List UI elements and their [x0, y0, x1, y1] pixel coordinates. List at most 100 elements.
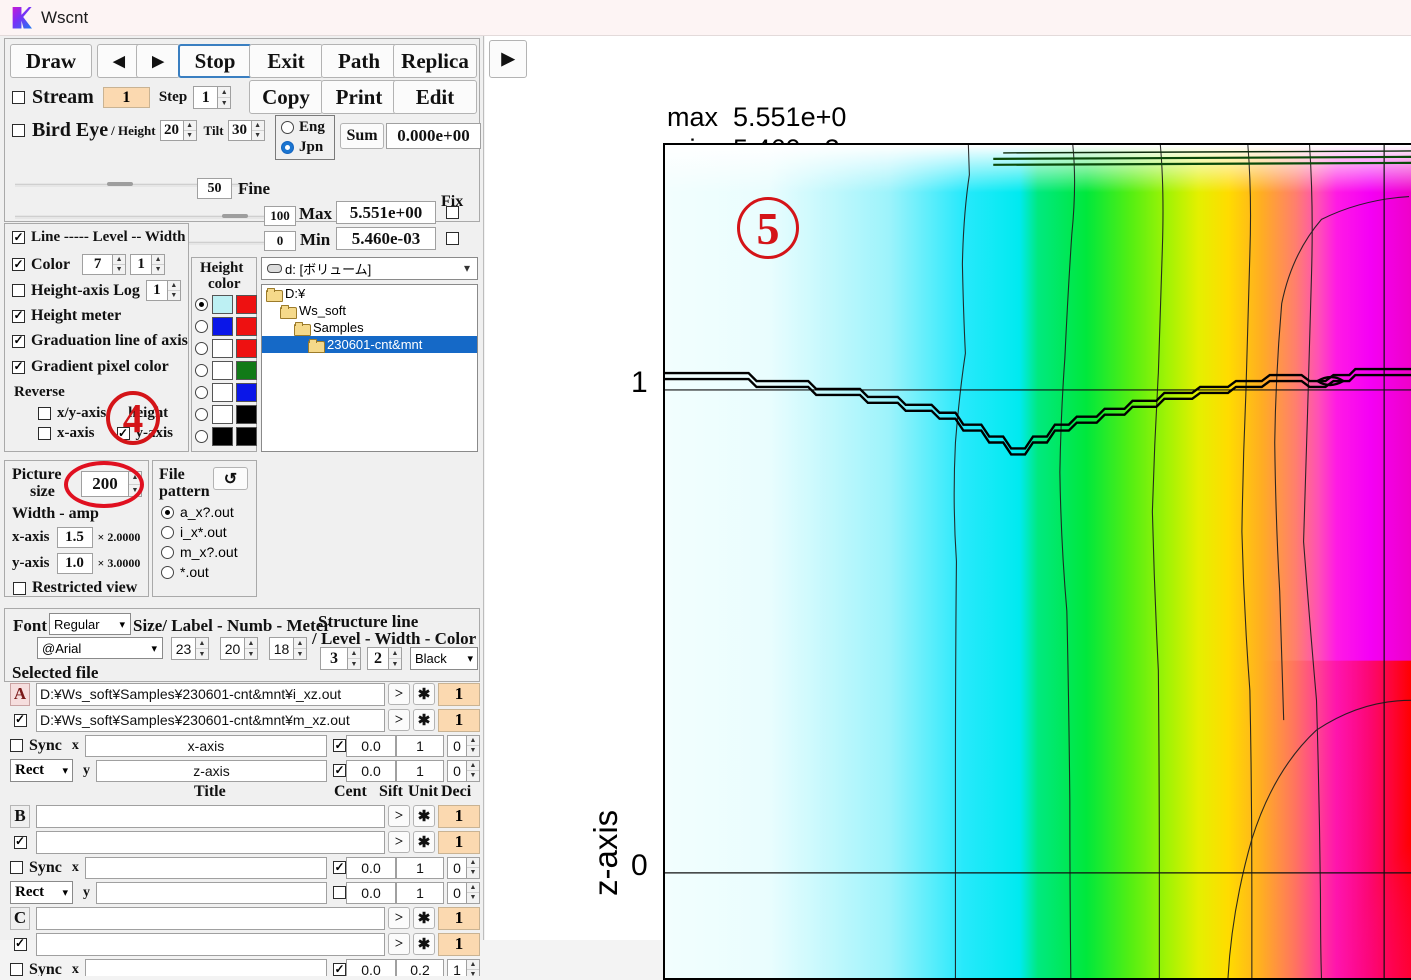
sift-input[interactable]: 0.0 — [346, 734, 396, 757]
cent-checkbox[interactable] — [333, 764, 346, 777]
height-spinner[interactable]: ▲ ▼ — [183, 120, 197, 141]
height-color-swatch-left[interactable] — [212, 405, 233, 424]
deci-value[interactable]: 1 — [438, 830, 480, 854]
height-color-swatch-right[interactable] — [236, 427, 257, 446]
height-color-radio[interactable] — [195, 408, 208, 421]
path-button[interactable]: Path — [321, 44, 397, 78]
sync-checkbox[interactable] — [10, 861, 23, 874]
height-color-row[interactable] — [195, 405, 257, 424]
height-color-radio[interactable] — [195, 430, 208, 443]
deci-input[interactable]: 0 — [447, 881, 467, 904]
browse-button[interactable]: > — [388, 683, 410, 705]
lang-jpn-radio[interactable] — [281, 141, 294, 154]
deci-input[interactable]: 0 — [447, 734, 467, 757]
shape-select[interactable]: Rect ▾ — [10, 759, 73, 782]
chevron-down-icon[interactable]: ▾ — [464, 261, 470, 276]
label-size-spinner[interactable]: ▲ ▼ — [196, 637, 209, 660]
deci-spinner[interactable]: ▲ ▼ — [467, 881, 480, 904]
drive-selector[interactable]: d: [ボリューム] ▾ — [261, 257, 478, 280]
height-color-radio[interactable] — [195, 364, 208, 377]
picture-x-axis-input[interactable]: 1.5 — [56, 527, 93, 548]
height-color-row[interactable] — [195, 339, 257, 358]
deci-spinner[interactable]: ▲ ▼ — [467, 734, 480, 757]
contour-plot[interactable]: 5 — [663, 143, 1411, 980]
tree-item[interactable]: Ws_soft — [262, 302, 477, 319]
meter-size-input[interactable]: 18 — [269, 637, 294, 660]
refresh-icon[interactable]: ↺ — [213, 467, 248, 490]
next-button[interactable]: ▶ — [136, 44, 180, 78]
height-color-row[interactable] — [195, 317, 257, 336]
print-button[interactable]: Print — [321, 80, 397, 114]
height-color-swatch-right[interactable] — [236, 361, 257, 380]
structure-width-spinner[interactable]: ▲ ▼ — [389, 647, 402, 670]
height-color-swatch-left[interactable] — [212, 317, 233, 336]
height-axis-log-spinner[interactable]: ▲ ▼ — [167, 280, 181, 301]
file-path-input[interactable] — [36, 830, 385, 854]
tree-item[interactable]: Samples — [262, 319, 477, 336]
axis-y-title-input[interactable] — [96, 881, 327, 904]
line-checkbox[interactable] — [12, 231, 25, 244]
deci-value[interactable]: 1 — [438, 932, 480, 956]
height-color-swatch-right[interactable] — [236, 317, 257, 336]
stop-button[interactable]: Stop — [178, 44, 252, 78]
max-slider-input[interactable]: 100 — [264, 206, 296, 226]
file-enable-checkbox[interactable] — [13, 713, 27, 727]
deci-spinner[interactable]: ▲ ▼ — [467, 759, 480, 782]
min-value-input[interactable]: 5.460e-03 — [336, 227, 436, 250]
folder-tree[interactable]: D:¥ Ws_soft Samples 230601-cnt&mnt — [261, 284, 478, 452]
color-width-input[interactable]: 1 — [130, 254, 153, 275]
replica-button[interactable]: Replica — [393, 44, 477, 78]
file-pattern-radio[interactable] — [161, 505, 174, 519]
picture-y-axis-input[interactable]: 1.0 — [56, 553, 93, 574]
height-color-swatch-left[interactable] — [212, 339, 233, 358]
browse-button[interactable]: > — [388, 907, 410, 929]
chevron-down-icon[interactable]: ▾ — [62, 764, 68, 777]
deci-spinner[interactable]: ▲ ▼ — [467, 856, 480, 879]
axis-x-title-input[interactable] — [84, 958, 327, 976]
height-color-swatch-right[interactable] — [236, 405, 257, 424]
structure-width-input[interactable]: 2 — [367, 647, 389, 670]
sift-input[interactable]: 0.0 — [346, 856, 396, 879]
height-color-radio[interactable] — [195, 298, 208, 311]
lang-eng-radio[interactable] — [281, 121, 294, 134]
step-input[interactable]: 1 — [193, 86, 219, 109]
height-meter-checkbox[interactable] — [12, 309, 25, 323]
cent-checkbox[interactable] — [333, 963, 346, 976]
play-button[interactable]: ▶ — [489, 40, 527, 78]
unit-input[interactable]: 0.2 — [396, 958, 444, 976]
deci-input[interactable]: 1 — [447, 958, 467, 976]
browse-button[interactable]: > — [388, 805, 410, 827]
sift-input[interactable]: 0.0 — [346, 958, 396, 976]
chevron-down-icon[interactable]: ▾ — [151, 642, 157, 655]
height-color-row[interactable] — [195, 361, 257, 380]
height-color-row[interactable] — [195, 427, 257, 446]
draw-button[interactable]: Draw — [10, 44, 92, 78]
sync-checkbox[interactable] — [10, 739, 23, 752]
wildcard-button[interactable]: ✱ — [413, 683, 435, 705]
font-family-select[interactable]: @Arial ▾ — [37, 637, 163, 659]
height-color-swatch-right[interactable] — [236, 295, 257, 314]
height-color-radio[interactable] — [195, 320, 208, 333]
cent-checkbox[interactable] — [333, 861, 346, 874]
height-input[interactable]: 20 — [159, 120, 184, 141]
sift-input[interactable]: 0.0 — [346, 759, 396, 782]
shape-select[interactable]: Rect ▾ — [10, 881, 73, 904]
file-path-input[interactable]: D:¥Ws_soft¥Samples¥230601-cnt&mnt¥m_xz.o… — [36, 708, 385, 732]
color-level-input[interactable]: 7 — [82, 254, 114, 275]
fix-max-checkbox[interactable] — [446, 206, 459, 219]
wildcard-button[interactable]: ✱ — [413, 831, 435, 853]
chevron-down-icon[interactable]: ▾ — [119, 618, 125, 631]
browse-button[interactable]: > — [388, 831, 410, 853]
graduation-checkbox[interactable] — [12, 334, 25, 348]
gradient-checkbox[interactable] — [12, 360, 25, 374]
deci-value[interactable]: 1 — [438, 804, 480, 828]
font-style-select[interactable]: Regular ▾ — [49, 613, 131, 635]
sync-checkbox[interactable] — [10, 963, 23, 976]
numb-size-spinner[interactable]: ▲ ▼ — [245, 637, 258, 660]
structure-level-spinner[interactable]: ▲ ▼ — [348, 647, 361, 670]
file-enable-checkbox[interactable] — [13, 937, 27, 951]
browse-button[interactable]: > — [388, 709, 410, 731]
meter-size-spinner[interactable]: ▲ ▼ — [294, 637, 307, 660]
edit-button[interactable]: Edit — [393, 80, 477, 114]
fix-min-checkbox[interactable] — [446, 232, 459, 245]
